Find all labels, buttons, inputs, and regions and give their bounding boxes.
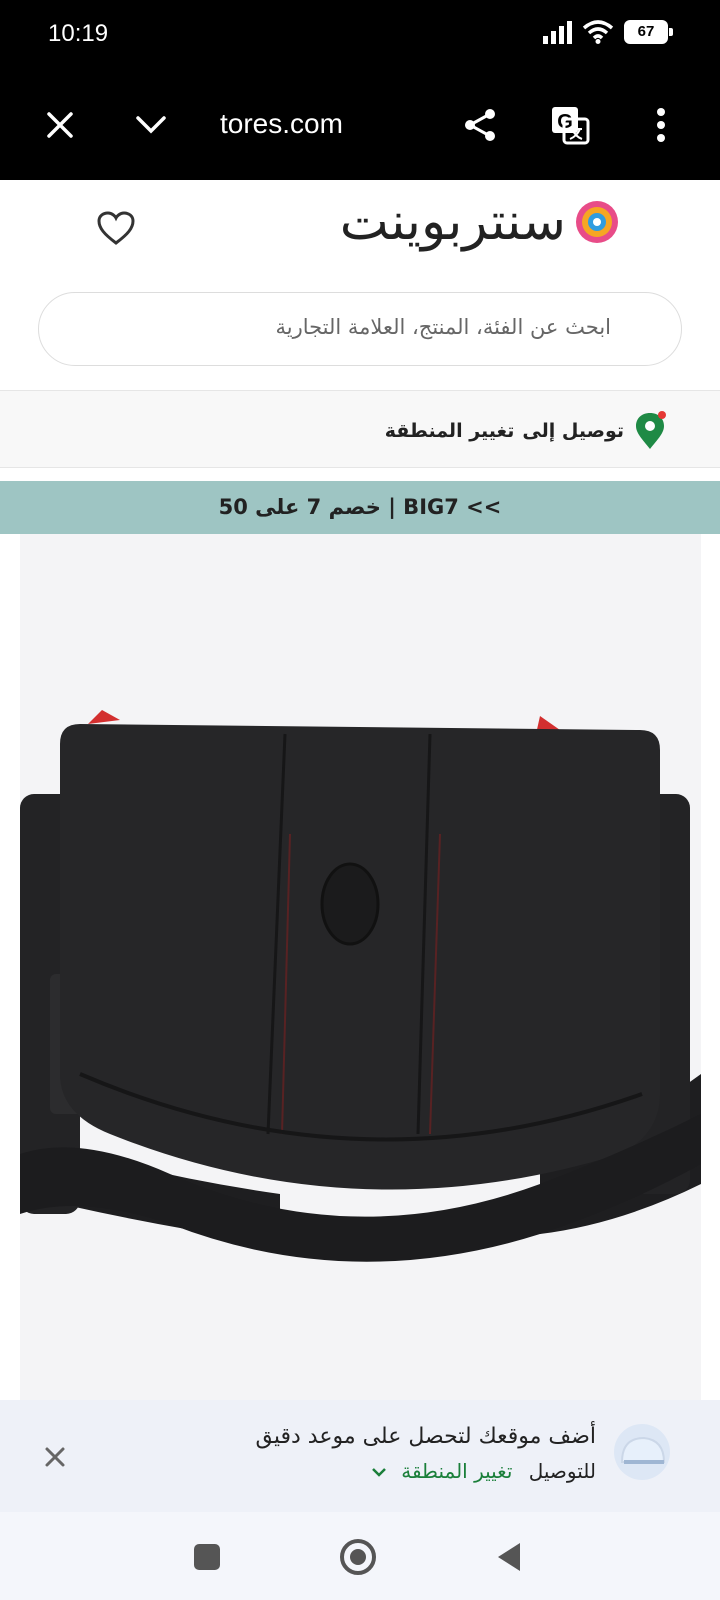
more-options-button[interactable] xyxy=(636,100,686,150)
url-text[interactable]: tores.com xyxy=(220,108,343,140)
chevron-down-icon[interactable] xyxy=(371,1466,387,1478)
battery-icon: 67 xyxy=(624,20,673,44)
wifi-icon xyxy=(582,20,614,44)
popup-close-button[interactable] xyxy=(38,1440,72,1474)
popup-subline: للتوصيل تغيير المنطقة xyxy=(255,1459,596,1483)
location-pin-icon xyxy=(636,411,666,449)
close-icon xyxy=(47,112,73,138)
location-popup: أضف موقعك لتحصل على موعد دقيق للتوصيل تغ… xyxy=(0,1400,720,1512)
close-tab-button[interactable] xyxy=(35,100,85,150)
change-region-link[interactable]: تغيير المنطقة xyxy=(385,420,515,442)
translate-button[interactable]: G xyxy=(545,100,595,150)
delivery-location-bar[interactable]: توصيل إلى تغيير المنطقة xyxy=(0,390,720,468)
location-helmet-icon xyxy=(614,1424,670,1480)
product-image[interactable] xyxy=(20,534,701,1400)
heart-icon xyxy=(97,211,135,245)
site-header: سنتربوينت ابحث عن الفئة، المنتج، العلامة… xyxy=(0,180,720,390)
recent-apps-button[interactable] xyxy=(182,1532,232,1582)
popup-title: أضف موقعك لتحصل على موعد دقيق xyxy=(255,1424,596,1449)
more-vert-icon xyxy=(657,108,665,142)
popup-delivery-word: للتوصيل xyxy=(528,1459,596,1483)
logo-text: سنتربوينت xyxy=(339,192,566,252)
search-input[interactable]: ابحث عن الفئة، المنتج، العلامة التجارية xyxy=(38,292,682,366)
status-icons: 67 xyxy=(542,20,673,44)
browser-toolbar: tores.com G xyxy=(0,70,720,180)
share-button[interactable] xyxy=(455,100,505,150)
translate-icon: G xyxy=(552,107,590,145)
back-button[interactable] xyxy=(484,1532,534,1582)
messenger-bag-image xyxy=(20,710,701,1262)
share-icon xyxy=(465,109,495,141)
signal-icon xyxy=(543,21,572,44)
status-bar: 10:19 67 xyxy=(0,0,720,70)
square-icon xyxy=(194,1544,220,1570)
expand-toolbar-button[interactable] xyxy=(126,100,176,150)
back-triangle-icon xyxy=(498,1543,520,1571)
search-placeholder: ابحث عن الفئة، المنتج، العلامة التجارية xyxy=(275,315,611,339)
logo-mark-icon xyxy=(576,201,618,243)
system-nav-bar xyxy=(0,1512,720,1600)
popup-message: أضف موقعك لتحصل على موعد دقيق للتوصيل تغ… xyxy=(255,1424,596,1483)
popup-change-region-link[interactable]: تغيير المنطقة xyxy=(401,1459,512,1483)
home-button[interactable] xyxy=(333,1532,383,1582)
site-logo[interactable]: سنتربوينت xyxy=(340,192,620,252)
delivery-label: توصيل إلى xyxy=(522,420,624,442)
chevron-down-icon xyxy=(136,116,166,134)
wishlist-button[interactable] xyxy=(96,210,142,256)
home-circle-icon xyxy=(340,1539,376,1575)
status-time: 10:19 xyxy=(48,20,109,47)
promo-banner[interactable]: خصم 7 على 50 | BIG7 << xyxy=(0,481,720,534)
close-icon xyxy=(45,1447,65,1467)
